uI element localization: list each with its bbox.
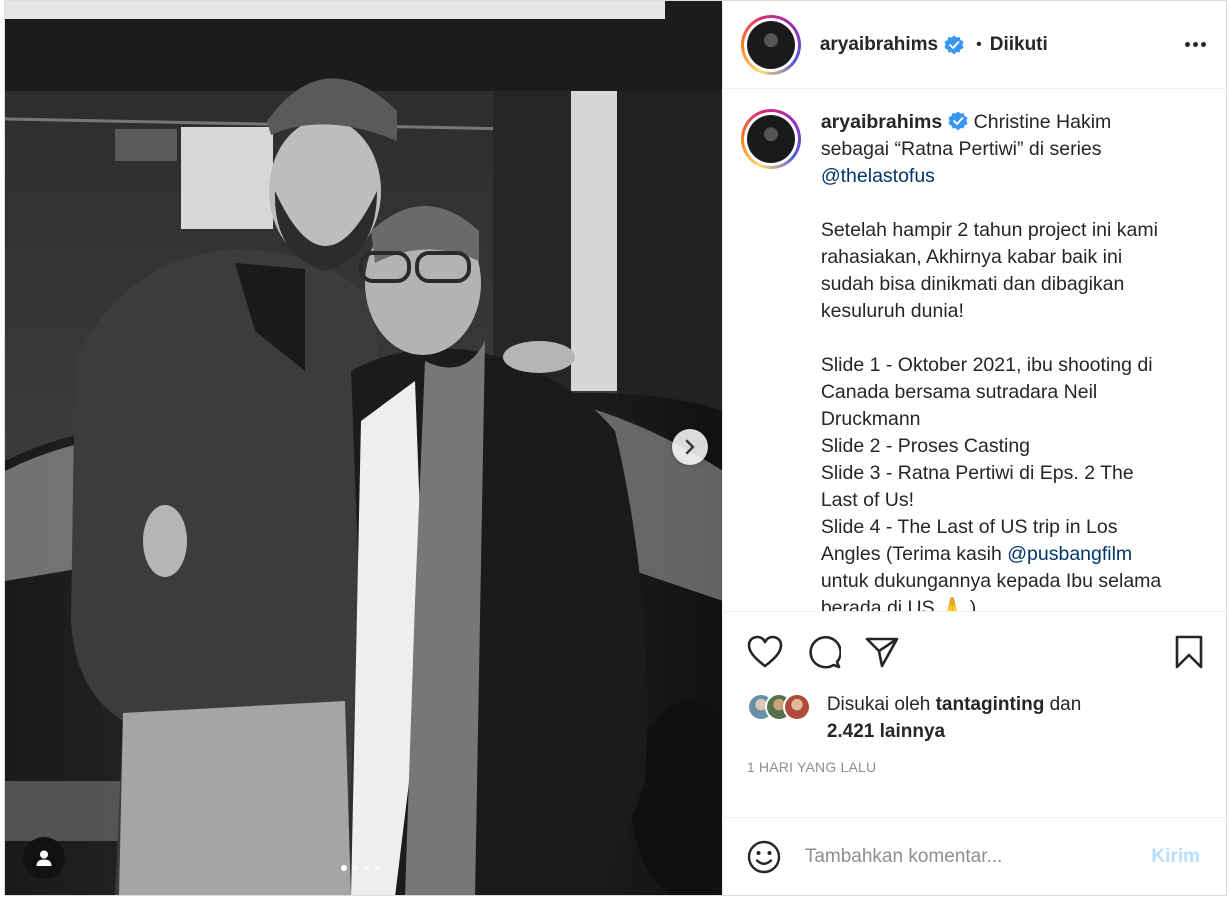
user-tag-icon xyxy=(36,850,52,866)
comment-icon xyxy=(809,635,841,668)
liker-avatars[interactable] xyxy=(746,693,811,721)
author-avatar[interactable] xyxy=(740,14,801,75)
save-button[interactable] xyxy=(1174,635,1204,669)
caption-text: aryaibrahims Christine Hakim sebagai “Ra… xyxy=(821,109,1166,611)
verified-badge-icon xyxy=(944,35,964,55)
comment-button[interactable] xyxy=(807,635,841,669)
carousel-dot xyxy=(374,865,380,871)
action-bar xyxy=(722,611,1226,691)
caption-slide-1: Slide 1 - Oktober 2021, ibu shooting di … xyxy=(820,354,1153,430)
share-icon xyxy=(865,637,899,667)
caption-slide-4-end: untuk dukungannya kepada Ibu selama bera… xyxy=(820,570,1162,611)
mention-link[interactable]: @thelastofus xyxy=(821,165,935,187)
bookmark-icon xyxy=(1175,635,1203,668)
author-username[interactable]: aryaibrahims xyxy=(820,34,938,56)
post-header: aryaibrahims • Diikuti xyxy=(722,1,1226,89)
user-tags-button[interactable] xyxy=(23,837,65,879)
carousel-indicator xyxy=(341,865,380,871)
caption-username[interactable]: aryaibrahims xyxy=(821,111,942,133)
comment-form: Kirim xyxy=(722,817,1226,895)
caption-slide-3: Slide 3 - Ratna Pertiwi di Eps. 2 The La… xyxy=(820,462,1134,511)
comment-input[interactable] xyxy=(804,845,1152,868)
avatar xyxy=(782,693,811,721)
post-media[interactable] xyxy=(5,1,722,895)
next-arrow-icon xyxy=(685,439,695,455)
verified-badge-icon xyxy=(948,111,968,131)
post-photo xyxy=(5,1,722,895)
likes-text: Disukai oleh tantaginting dan 2.421 lain… xyxy=(827,691,1081,745)
emoji-button[interactable] xyxy=(747,840,781,874)
share-button[interactable] xyxy=(865,636,899,668)
carousel-dot xyxy=(341,865,347,871)
caption-paragraph: Setelah hampir 2 tahun project ini kami … xyxy=(820,219,1158,322)
post-comment-button[interactable]: Kirim xyxy=(1151,846,1200,868)
following-button[interactable]: Diikuti xyxy=(990,34,1048,56)
liker-username[interactable]: tantaginting xyxy=(936,694,1045,715)
likes-count-link[interactable]: 2.421 lainnya xyxy=(827,721,945,742)
carousel-dot xyxy=(363,865,369,871)
more-options-icon[interactable] xyxy=(1179,36,1212,53)
heart-icon xyxy=(747,635,783,667)
post-details-panel: aryaibrahims • Diikuti aryaibrahims Chri… xyxy=(721,1,1226,895)
caption-slide-2: Slide 2 - Proses Casting xyxy=(820,435,1031,457)
likes-prefix: Disukai oleh xyxy=(826,694,931,715)
mention-link[interactable]: @pusbangfilm xyxy=(1007,543,1132,565)
emoji-icon xyxy=(747,840,781,873)
header-separator: • xyxy=(976,35,982,53)
likes-summary: Disukai oleh tantaginting dan 2.421 lain… xyxy=(723,691,1226,759)
caption-author-avatar[interactable] xyxy=(740,109,801,169)
next-slide-button[interactable] xyxy=(672,429,708,465)
likes-connector: dan xyxy=(1049,694,1082,715)
carousel-dot xyxy=(352,865,358,871)
caption-section: aryaibrahims Christine Hakim sebagai “Ra… xyxy=(723,89,1226,611)
like-button[interactable] xyxy=(747,635,783,669)
post-timestamp[interactable]: 1 HARI YANG LALU xyxy=(723,759,1226,817)
post-dialog: aryaibrahims • Diikuti aryaibrahims Chri… xyxy=(4,0,1227,896)
